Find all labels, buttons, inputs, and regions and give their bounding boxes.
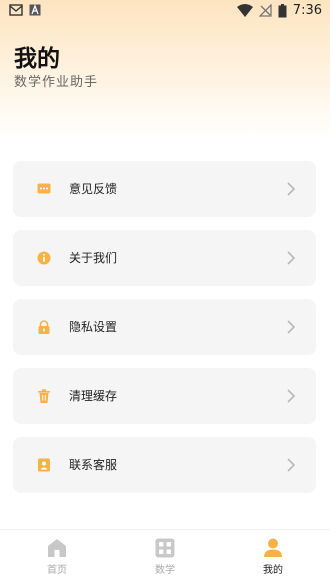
menu-item-privacy[interactable]: 隐私设置 <box>13 299 316 355</box>
menu-item-feedback[interactable]: 意见反馈 <box>13 161 316 217</box>
chevron-right-icon <box>287 458 296 472</box>
no-signal-icon <box>258 4 272 17</box>
tab-label: 数学 <box>155 565 175 576</box>
chevron-right-icon <box>287 320 296 334</box>
menu-item-label: 清理缓存 <box>69 389 118 403</box>
feedback-icon <box>37 183 51 194</box>
page-title: 我的 <box>14 46 60 72</box>
grid-icon <box>155 538 175 558</box>
trash-icon <box>38 389 50 403</box>
menu-item-clear-cache[interactable]: 清理缓存 <box>13 368 316 424</box>
status-right: 7:36 <box>236 3 322 18</box>
battery-icon <box>278 3 287 17</box>
status-left <box>9 4 41 16</box>
contact-icon <box>38 458 50 472</box>
status-time: 7:36 <box>292 3 322 18</box>
mail-icon <box>9 4 23 16</box>
menu-item-label: 意见反馈 <box>69 182 118 196</box>
tab-mine[interactable]: 我的 <box>243 538 303 586</box>
person-icon <box>264 538 282 557</box>
tab-label: 首页 <box>47 565 67 576</box>
a-app-icon <box>29 4 41 16</box>
menu-item-label: 联系客服 <box>69 458 118 472</box>
status-bar: 7:36 <box>0 0 330 22</box>
chevron-right-icon <box>287 182 296 196</box>
menu-item-about[interactable]: 关于我们 <box>13 230 316 286</box>
chevron-right-icon <box>287 251 296 265</box>
info-icon <box>37 251 51 265</box>
page-subtitle: 数学作业助手 <box>14 75 99 90</box>
menu-item-label: 关于我们 <box>69 251 118 265</box>
chevron-right-icon <box>287 389 296 403</box>
lock-icon <box>38 320 50 334</box>
wifi-icon <box>236 4 253 17</box>
home-icon <box>48 539 66 557</box>
tab-home[interactable]: 首页 <box>27 538 87 586</box>
tab-label: 我的 <box>263 565 283 576</box>
tab-math[interactable]: 数学 <box>135 538 195 586</box>
menu-item-contact-service[interactable]: 联系客服 <box>13 437 316 493</box>
menu-item-label: 隐私设置 <box>69 320 118 334</box>
bottom-tab-bar: 首页 数学 我的 <box>0 529 330 588</box>
